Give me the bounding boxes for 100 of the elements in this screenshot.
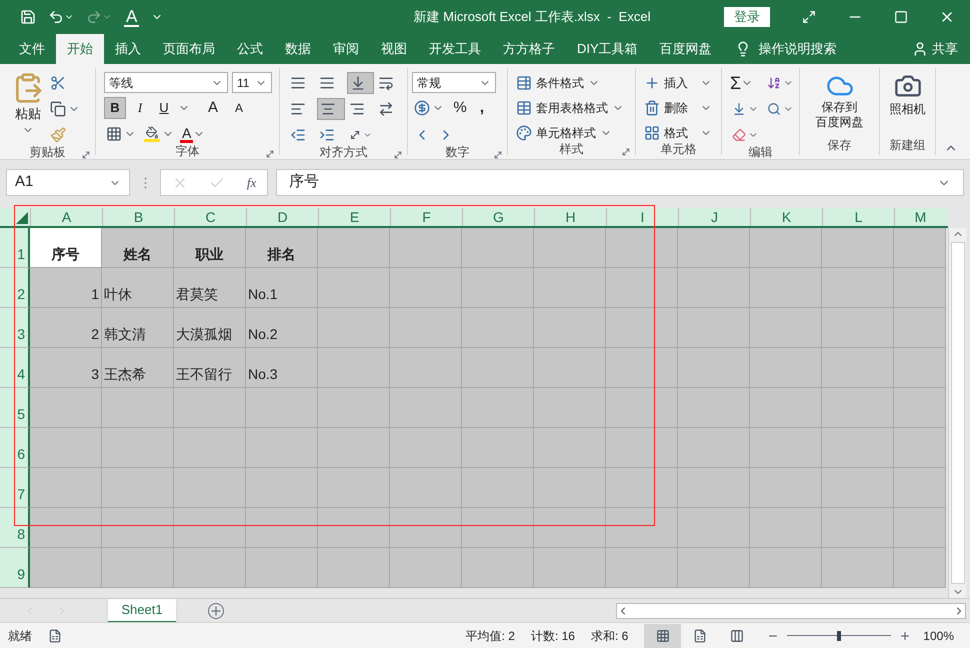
ribbon-tab[interactable]: 视图: [370, 34, 418, 64]
align-bottom-icon[interactable]: [350, 75, 366, 91]
table-cell[interactable]: 韩文清: [102, 308, 174, 348]
ribbon-tab[interactable]: 审阅: [322, 34, 370, 64]
select-all-icon[interactable]: [16, 212, 28, 224]
camera-button[interactable]: 照相机: [890, 100, 926, 118]
table-cell[interactable]: 排名: [246, 228, 318, 268]
row-header[interactable]: 5: [0, 388, 30, 428]
row-header[interactable]: 2: [0, 268, 30, 308]
zoom-slider[interactable]: [787, 630, 892, 640]
table-cell[interactable]: 1: [30, 268, 102, 308]
merge-icon[interactable]: [378, 101, 394, 117]
ribbon-tab[interactable]: 数据: [274, 34, 322, 64]
person-icon[interactable]: [912, 41, 928, 57]
maximize-icon[interactable]: [894, 10, 908, 24]
underline-button[interactable]: U: [154, 97, 174, 119]
sign-in-button[interactable]: 登录: [724, 7, 770, 27]
dialog-launcher-icon[interactable]: [265, 149, 275, 159]
paste-button[interactable]: 粘贴: [15, 104, 41, 124]
column-header[interactable]: A: [30, 208, 102, 226]
row-header[interactable]: 4: [0, 348, 30, 388]
align-right-icon[interactable]: [348, 101, 364, 117]
font-size-dropdown[interactable]: 11: [232, 72, 272, 93]
styles-menu-item[interactable]: 单元格样式: [536, 124, 596, 142]
ribbon-tab[interactable]: 开始: [56, 34, 104, 64]
table-cell[interactable]: 王杰希: [102, 348, 174, 388]
fill-down-icon[interactable]: [732, 101, 746, 117]
insert-function-button[interactable]: fx: [246, 172, 256, 192]
ribbon-tab[interactable]: 页面布局: [152, 34, 226, 64]
italic-button[interactable]: I: [130, 97, 150, 119]
fill-color-icon[interactable]: [144, 126, 160, 142]
column-header[interactable]: B: [102, 208, 174, 226]
dialog-launcher-icon[interactable]: [393, 150, 403, 160]
columns-icon[interactable]: [730, 628, 744, 642]
search-icon[interactable]: [766, 101, 780, 117]
table-cell[interactable]: 君莫笑: [174, 268, 246, 308]
ribbon-tab[interactable]: 百度网盘: [648, 34, 723, 64]
borders-icon[interactable]: [106, 126, 122, 142]
row-header[interactable]: 8: [0, 508, 30, 548]
ribbon-tab[interactable]: 开发工具: [418, 34, 492, 64]
zoom-slider-thumb[interactable]: [837, 630, 842, 640]
formula-input[interactable]: 序号: [276, 169, 964, 196]
column-header[interactable]: M: [894, 208, 946, 226]
format-painter-icon[interactable]: [50, 127, 66, 143]
dialog-launcher-icon[interactable]: [493, 150, 503, 160]
cut-icon[interactable]: [50, 75, 66, 91]
vertical-scrollbar[interactable]: [948, 228, 966, 598]
grid-icon[interactable]: [656, 628, 670, 642]
number-format-dropdown[interactable]: 常规: [412, 72, 496, 93]
column-header[interactable]: D: [246, 208, 318, 226]
table-cell[interactable]: 叶休: [102, 268, 174, 308]
column-header[interactable]: L: [822, 208, 894, 226]
row-header[interactable]: 7: [0, 468, 30, 508]
comma-button[interactable]: ,: [474, 97, 490, 120]
font-color-button[interactable]: A: [180, 126, 194, 142]
cells-menu-item[interactable]: 删除: [664, 98, 688, 116]
cells-menu-item[interactable]: 格式: [664, 124, 688, 142]
align-middle-icon[interactable]: [319, 75, 336, 91]
ribbon-tab[interactable]: 插入: [104, 34, 152, 64]
ribbon-display-icon[interactable]: [802, 10, 816, 24]
sheet-tab[interactable]: Sheet1: [108, 598, 176, 622]
align-bottom-button[interactable]: [346, 72, 374, 94]
palette-icon[interactable]: [516, 124, 532, 140]
align-center-icon[interactable]: [320, 101, 336, 117]
sort-filter-icon[interactable]: [766, 75, 780, 91]
horizontal-scrollbar[interactable]: [616, 602, 966, 618]
grid-icon[interactable]: [644, 124, 660, 140]
dialog-launcher-icon[interactable]: [81, 150, 91, 160]
row-header[interactable]: 3: [0, 308, 30, 348]
table-icon[interactable]: [516, 100, 532, 116]
row-header[interactable]: 6: [0, 428, 30, 468]
ribbon-tab[interactable]: 文件: [8, 34, 56, 64]
scrollbar-thumb[interactable]: [950, 242, 964, 584]
font-name-dropdown[interactable]: 等线: [104, 72, 228, 93]
font-color-button[interactable]: A: [124, 8, 140, 26]
align-left-icon[interactable]: [290, 101, 306, 117]
redo-icon[interactable]: [86, 9, 102, 25]
table-cell[interactable]: 大漠孤烟: [174, 308, 246, 348]
column-header[interactable]: E: [318, 208, 390, 226]
shrink-font-button[interactable]: A: [228, 97, 250, 119]
ribbon-tab[interactable]: 方方格子: [492, 34, 566, 64]
save-to-cloud-label[interactable]: 百度网盘: [816, 115, 864, 130]
column-header[interactable]: K: [750, 208, 822, 226]
autosum-button[interactable]: Σ: [730, 74, 742, 92]
ribbon-tab[interactable]: 公式: [226, 34, 274, 64]
grow-font-button[interactable]: A: [202, 97, 224, 119]
increase-indent-icon[interactable]: [319, 127, 336, 143]
zoom-in-icon[interactable]: [899, 630, 912, 642]
table-cell[interactable]: 3: [30, 348, 102, 388]
column-header[interactable]: G: [462, 208, 534, 226]
table-cell[interactable]: 2: [30, 308, 102, 348]
decrease-indent-icon[interactable]: [290, 127, 306, 143]
align-top-icon[interactable]: [290, 75, 306, 91]
table-cell[interactable]: 职业: [174, 228, 246, 268]
percent-button[interactable]: %: [450, 97, 470, 120]
column-header[interactable]: F: [390, 208, 462, 226]
share-button[interactable]: 共享: [932, 39, 958, 59]
row-header[interactable]: 1: [0, 228, 30, 268]
row-header[interactable]: 9: [0, 548, 30, 588]
column-header[interactable]: H: [534, 208, 606, 226]
